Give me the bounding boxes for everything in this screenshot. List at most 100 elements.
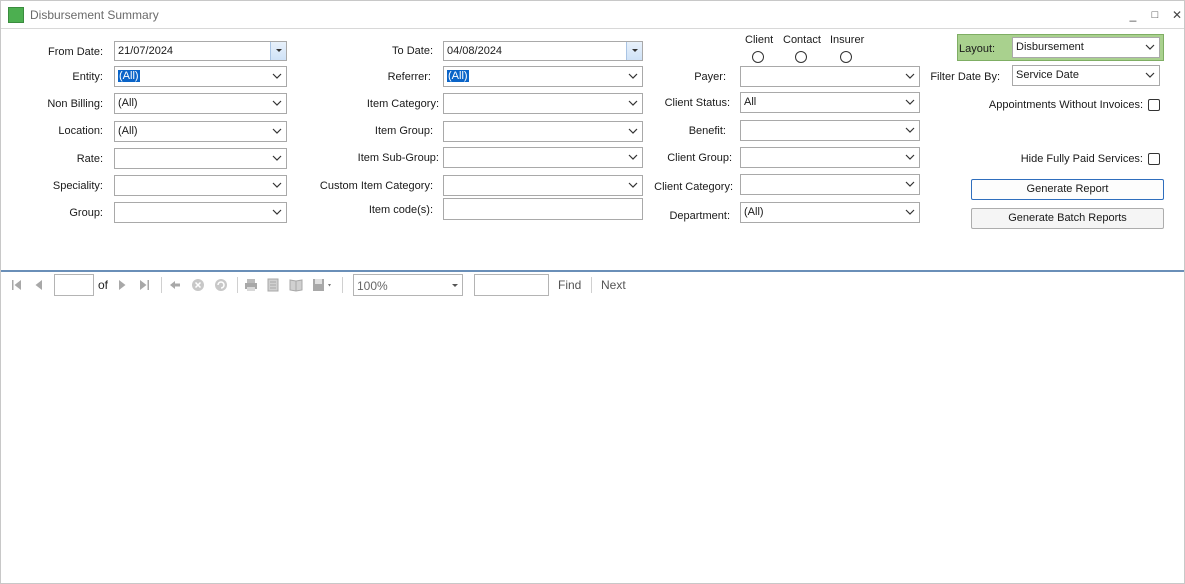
minimize-button[interactable]: _ (1124, 6, 1142, 24)
next-page-icon[interactable] (114, 277, 130, 293)
group-select[interactable] (114, 202, 287, 223)
page-number-input[interactable] (54, 274, 94, 296)
report-viewer-area (1, 298, 1184, 583)
rate-label: Rate: (76, 153, 103, 165)
client-group-label: Client Group: (667, 152, 732, 164)
client-category-select[interactable] (740, 174, 920, 195)
payer-select[interactable] (740, 66, 920, 87)
from-date-label: From Date: (47, 46, 103, 58)
chevron-down-icon (628, 73, 638, 79)
radio-contact[interactable] (795, 51, 807, 63)
entity-select[interactable]: (All) (114, 66, 287, 87)
chevron-down-icon (272, 155, 282, 161)
custom-item-category-select[interactable] (443, 175, 643, 196)
department-label: Department: (669, 210, 730, 222)
entity-value: (All) (118, 70, 140, 82)
item-group-select[interactable] (443, 121, 643, 142)
benefit-label: Benefit: (688, 125, 726, 137)
layout-label: Layout: (959, 43, 996, 55)
to-date-label: To Date: (392, 45, 433, 57)
hide-fully-paid-services-checkbox[interactable] (1148, 153, 1160, 165)
item-group-label: Item Group: (374, 125, 433, 137)
radio-insurer[interactable] (840, 51, 852, 63)
window-title: Disbursement Summary (30, 8, 159, 22)
calendar-dropdown-icon[interactable] (270, 42, 286, 60)
generate-batch-reports-button[interactable]: Generate Batch Reports (971, 208, 1164, 229)
chevron-down-icon (1145, 44, 1155, 50)
export-icon[interactable] (311, 277, 335, 293)
page-of-label: of (98, 278, 109, 292)
chevron-down-icon (905, 127, 915, 133)
filter-date-by-select[interactable]: Service Date (1012, 65, 1160, 86)
rate-select[interactable] (114, 148, 287, 169)
payer-label: Payer: (694, 71, 726, 83)
appointments-without-invoices-checkbox[interactable] (1148, 99, 1160, 111)
zoom-value: 100% (357, 279, 388, 293)
app-icon (8, 7, 24, 23)
location-value: (All) (118, 125, 138, 137)
chevron-down-icon (452, 284, 458, 287)
toolbar-separator (161, 277, 162, 293)
close-button[interactable]: ✕ (1168, 6, 1185, 24)
report-window: Disbursement Summary _ □ ✕ From Date: 21… (0, 0, 1185, 584)
stop-icon[interactable] (190, 277, 206, 293)
chevron-down-icon (272, 100, 282, 106)
calendar-dropdown-icon[interactable] (626, 42, 642, 60)
from-date-picker[interactable]: 21/07/2024 (114, 41, 287, 61)
title-bar: Disbursement Summary _ □ ✕ (1, 1, 1184, 29)
chevron-down-icon (905, 181, 915, 187)
layout-value: Disbursement (1016, 41, 1084, 53)
non-billing-label: Non Billing: (47, 98, 103, 110)
benefit-select[interactable] (740, 120, 920, 141)
last-page-icon[interactable] (136, 277, 152, 293)
print-icon[interactable] (243, 277, 259, 293)
client-category-label: Client Category: (654, 181, 733, 193)
entity-label: Entity: (72, 71, 103, 83)
chevron-down-icon (272, 128, 282, 134)
find-text-input[interactable] (474, 274, 549, 296)
previous-page-icon[interactable] (31, 277, 47, 293)
refresh-icon[interactable] (213, 277, 229, 293)
chevron-down-icon (272, 209, 282, 215)
chevron-down-icon (905, 99, 915, 105)
client-status-select[interactable]: All (740, 92, 920, 113)
find-next-button[interactable]: Next (601, 278, 626, 292)
radio-client[interactable] (752, 51, 764, 63)
chevron-down-icon (905, 154, 915, 160)
zoom-select[interactable]: 100% (353, 274, 463, 296)
find-button[interactable]: Find (558, 278, 581, 292)
generate-report-button[interactable]: Generate Report (971, 179, 1164, 200)
item-sub-group-label: Item Sub-Group: (357, 152, 439, 164)
group-label: Group: (69, 207, 103, 219)
referrer-select[interactable]: (All) (443, 66, 643, 87)
speciality-select[interactable] (114, 175, 287, 196)
chevron-down-icon (1145, 72, 1155, 78)
chevron-down-icon (628, 182, 638, 188)
item-sub-group-select[interactable] (443, 147, 643, 168)
filter-date-by-value: Service Date (1016, 69, 1079, 81)
location-select[interactable]: (All) (114, 121, 287, 142)
layout-select[interactable]: Disbursement (1012, 37, 1160, 58)
item-category-select[interactable] (443, 93, 643, 114)
back-icon[interactable] (167, 277, 183, 293)
maximize-button[interactable]: □ (1146, 6, 1164, 24)
radio-client-label: Client (745, 34, 774, 46)
toolbar-separator (591, 277, 592, 293)
first-page-icon[interactable] (9, 277, 25, 293)
chevron-down-icon (628, 128, 638, 134)
speciality-label: Speciality: (52, 180, 103, 192)
print-layout-icon[interactable] (265, 277, 281, 293)
non-billing-select[interactable]: (All) (114, 93, 287, 114)
department-select[interactable]: (All) (740, 202, 920, 223)
client-group-select[interactable] (740, 147, 920, 168)
chevron-down-icon (905, 209, 915, 215)
item-codes-input[interactable] (443, 198, 643, 220)
item-category-label: Item Category: (366, 98, 439, 110)
referrer-value: (All) (447, 70, 469, 82)
client-status-label: Client Status: (664, 97, 730, 109)
chevron-down-icon (272, 73, 282, 79)
to-date-value: 04/08/2024 (447, 45, 503, 57)
to-date-picker[interactable]: 04/08/2024 (443, 41, 643, 61)
chevron-down-icon (628, 154, 638, 160)
page-setup-icon[interactable] (288, 277, 304, 293)
